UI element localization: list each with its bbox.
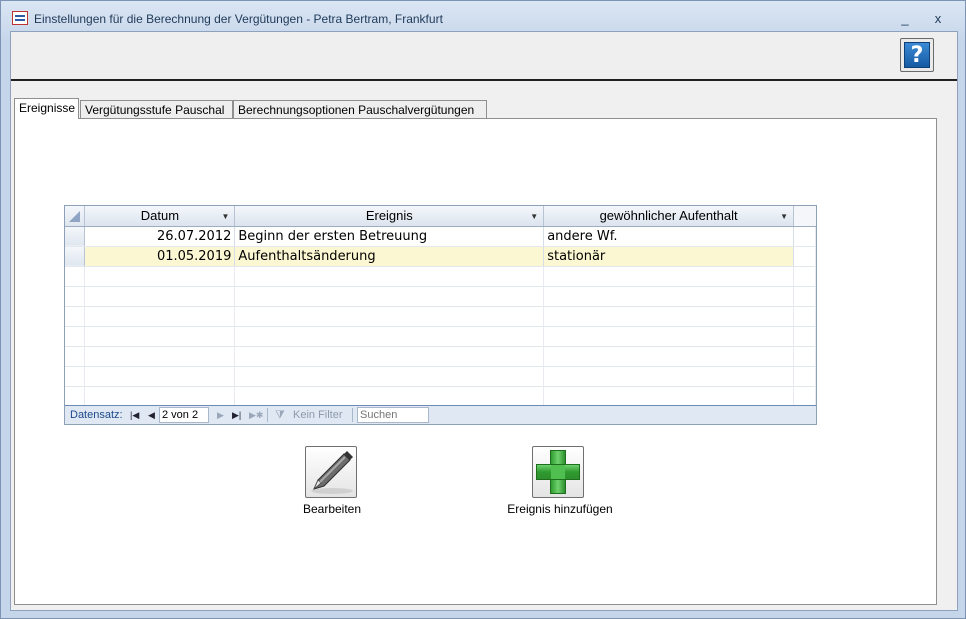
empty-row <box>65 346 816 367</box>
app-window: Einstellungen für die Berechnung der Ver… <box>0 0 966 619</box>
navigator-divider <box>267 408 268 422</box>
pen-icon <box>311 451 353 494</box>
tab-ereignisse[interactable]: Ereignisse <box>14 98 79 119</box>
previous-record-icon[interactable]: ◀ <box>148 406 155 424</box>
edit-button[interactable] <box>305 446 357 498</box>
cell-aufenthalt[interactable]: andere Wf. <box>543 226 794 247</box>
table-row[interactable]: 26.07.2012 Beginn der ersten Betreuung a… <box>65 226 816 247</box>
record-navigator-label: Datensatz: <box>70 409 123 421</box>
minimize-button[interactable]: _ <box>894 10 916 28</box>
tab-verguetungsstufe-pauschal[interactable]: Vergütungsstufe Pauschal <box>80 100 233 119</box>
events-datasheet: Datum ▼ Ereignis ▼ gewöhnlicher Aufenthalt… <box>64 205 817 425</box>
column-header-datum[interactable]: Datum ▼ <box>84 206 236 227</box>
events-table: Datum ▼ Ereignis ▼ gewöhnlicher Aufenthalt… <box>65 206 816 407</box>
table-row[interactable]: 01.05.2019 Aufenthaltsänderung stationär <box>65 246 816 267</box>
form-icon <box>12 11 28 25</box>
navigator-divider <box>352 408 353 422</box>
filter-icon: ⧩ <box>275 409 285 421</box>
empty-row <box>65 286 816 307</box>
window-title: Einstellungen für die Berechnung der Ver… <box>34 12 443 26</box>
header-filler <box>793 206 816 227</box>
new-record-icon[interactable]: ▶✱ <box>249 406 263 424</box>
row-filler <box>793 226 816 247</box>
help-button[interactable]: ? <box>900 38 934 72</box>
add-event-button-label: Ereignis hinzufügen <box>507 502 613 516</box>
close-button[interactable]: x <box>927 10 949 28</box>
filter-status-button[interactable]: Kein Filter <box>293 406 343 424</box>
cell-aufenthalt[interactable]: stationär <box>543 246 794 267</box>
cell-datum[interactable]: 26.07.2012 <box>84 226 236 247</box>
cell-ereignis[interactable]: Aufenthaltsänderung <box>234 246 545 267</box>
column-header-ereignis[interactable]: Ereignis ▼ <box>234 206 545 227</box>
form-client-area: ? Ereignisse Vergütungsstufe Pauschal Be… <box>10 31 958 611</box>
tab-panel-ereignisse: Datum ▼ Ereignis ▼ gewöhnlicher Aufenthalt… <box>14 118 937 605</box>
record-navigator: Datensatz: |◀ ◀ 2 von 2 ▶ ▶| ▶✱ ⧩ Kein F… <box>65 405 816 424</box>
dropdown-arrow-icon[interactable]: ▼ <box>780 212 788 221</box>
select-all-icon <box>69 211 80 222</box>
add-event-button[interactable] <box>532 446 584 498</box>
empty-row <box>65 326 816 347</box>
cell-datum[interactable]: 01.05.2019 <box>84 246 236 267</box>
last-record-icon[interactable]: ▶| <box>232 406 241 424</box>
empty-row <box>65 266 816 287</box>
dropdown-arrow-icon[interactable]: ▼ <box>530 212 538 221</box>
edit-button-label: Bearbeiten <box>302 502 362 516</box>
help-icon: ? <box>904 42 930 68</box>
record-position-input[interactable]: 2 von 2 <box>159 407 209 423</box>
empty-row <box>65 306 816 327</box>
record-selector[interactable] <box>65 226 86 247</box>
cell-ereignis[interactable]: Beginn der ersten Betreuung <box>234 226 545 247</box>
next-record-icon[interactable]: ▶ <box>217 406 224 424</box>
tab-berechnungsoptionen[interactable]: Berechnungsoptionen Pauschalvergütungen <box>233 100 487 119</box>
dropdown-arrow-icon[interactable]: ▼ <box>221 212 229 221</box>
row-filler <box>793 246 816 267</box>
empty-row <box>65 366 816 387</box>
header-row: Datum ▼ Ereignis ▼ gewöhnlicher Aufenthalt… <box>65 206 816 227</box>
title-bar: Einstellungen für die Berechnung der Ver… <box>1 1 965 31</box>
select-all-corner[interactable] <box>65 206 86 227</box>
record-selector[interactable] <box>65 246 86 267</box>
empty-row <box>65 386 816 407</box>
column-header-aufenthalt[interactable]: gewöhnlicher Aufenthalt ▼ <box>543 206 794 227</box>
form-header: ? <box>11 32 957 81</box>
first-record-icon[interactable]: |◀ <box>130 406 139 424</box>
search-input[interactable] <box>357 407 429 423</box>
